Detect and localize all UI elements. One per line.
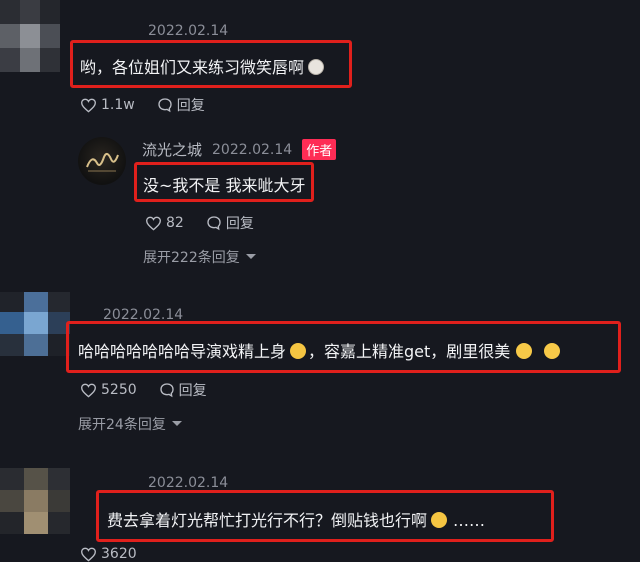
reply-date: 2022.02.14 (212, 141, 293, 158)
pleading-face-emoji (544, 343, 561, 359)
pleading-face-emoji (516, 343, 533, 359)
comment-date: 2022.02.14 (148, 23, 229, 39)
comment-text: 哈哈哈哈哈哈哈导演戏精上身 ，容嘉上精准get，剧里很美 (78, 338, 561, 362)
reply-label: 回复 (225, 216, 254, 232)
like-button[interactable]: 1.1w (80, 97, 135, 113)
avatar[interactable] (0, 0, 60, 72)
comment-actions: 1.1w 回复 (80, 95, 227, 115)
reply-button[interactable]: 回复 (157, 95, 205, 115)
avatar[interactable] (0, 292, 70, 356)
reply-button[interactable]: 回复 (206, 213, 254, 233)
author-avatar[interactable] (78, 137, 126, 185)
comment-bubble-icon (158, 98, 172, 113)
like-button[interactable]: 3620 (80, 546, 137, 562)
heart-icon (145, 216, 162, 231)
chevron-down-icon (171, 421, 182, 426)
like-count: 1.1w (101, 97, 135, 113)
comment-actions: 5250 回复 (80, 380, 229, 400)
like-button[interactable]: 82 (145, 215, 184, 231)
comment-text: 哟，各位姐们又来练习微笑唇啊 (80, 54, 325, 78)
reply-button[interactable]: 回复 (159, 380, 207, 400)
like-button[interactable]: 5250 (80, 382, 137, 398)
reply-header: 流光之城 2022.02.14 作者 (142, 139, 337, 160)
comment-date: 2022.02.14 (148, 475, 229, 491)
comment-actions: 3620 (80, 546, 159, 562)
expand-replies-link[interactable]: 展开222条回复 (143, 247, 257, 267)
comment-text: 费去拿着灯光帮忙打光行不行？倒贴钱也行啊…… (107, 511, 486, 530)
heart-icon (80, 98, 97, 113)
reply-label: 回复 (176, 98, 205, 114)
rolling-laughing-emoji (290, 343, 307, 359)
expand-replies-link[interactable]: 展开24条回复 (78, 414, 183, 434)
comment-bubble-icon (159, 383, 174, 398)
like-count: 5250 (101, 382, 137, 398)
like-count: 3620 (101, 546, 137, 562)
avatar[interactable] (0, 468, 70, 534)
reply-label: 回复 (178, 383, 207, 399)
grinning-sweat-emoji (431, 512, 448, 528)
heart-icon (80, 547, 97, 562)
author-badge: 作者 (302, 139, 337, 160)
logo-icon (86, 153, 119, 172)
username[interactable]: 流光之城 (142, 139, 202, 160)
like-count: 82 (166, 215, 184, 231)
comment-bubble-icon (207, 216, 221, 231)
reply-text: 没~我不是 我来呲大牙 (143, 176, 306, 195)
chevron-down-icon (245, 254, 256, 259)
reply-actions: 82 回复 (145, 213, 276, 233)
heart-icon (80, 383, 97, 398)
cat-face-emoji (308, 59, 325, 75)
